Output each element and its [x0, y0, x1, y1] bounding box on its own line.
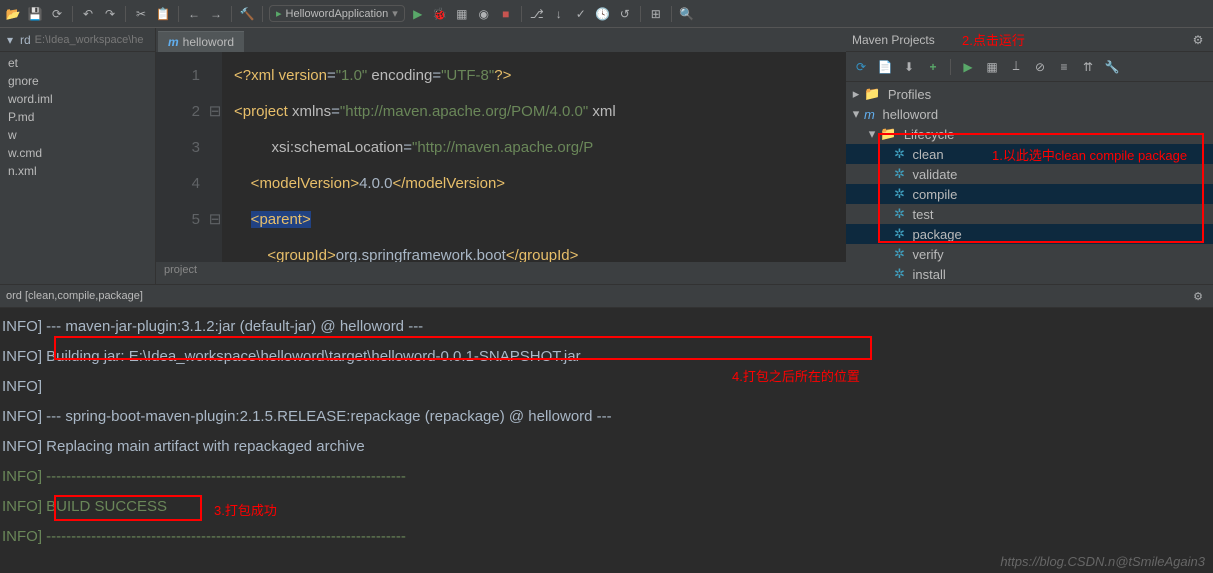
- annotation-3: 3.打包成功: [214, 500, 277, 519]
- download-icon[interactable]: ⬇: [900, 58, 918, 76]
- collapse-icon[interactable]: ⇈: [1079, 58, 1097, 76]
- maven-title: Maven Projects: [852, 33, 935, 47]
- console-line: INFO] Building jar: E:\Idea_workspace\he…: [0, 342, 1213, 372]
- console-line: INFO] ----------------------------------…: [0, 522, 1213, 552]
- lifecycle-install[interactable]: ✲ install: [846, 264, 1213, 284]
- reimport-icon[interactable]: ⟳: [852, 58, 870, 76]
- code-editor[interactable]: 1 2 3 4 5 ⊟⊟ <?xml version="1.0" encodin…: [156, 52, 846, 262]
- undo-icon[interactable]: ↶: [79, 5, 97, 23]
- annotation-4: 4.打包之后所在的位置: [732, 366, 860, 385]
- forward-icon[interactable]: →: [207, 5, 225, 23]
- console-line: INFO] Replacing main artifact with repac…: [0, 432, 1213, 462]
- editor-tabs: m helloword: [156, 28, 846, 52]
- gear-icon[interactable]: ⚙: [1189, 31, 1207, 49]
- run-config-label: HellowordApplication: [286, 8, 389, 20]
- console-line: INFO]: [0, 372, 1213, 402]
- toggle-offline-icon[interactable]: ⟘: [1007, 58, 1025, 76]
- maven-header: Maven Projects ⚙: [846, 28, 1213, 52]
- add-icon[interactable]: +: [924, 58, 942, 76]
- list-item[interactable]: w.cmd: [0, 144, 155, 162]
- maven-file-icon: m: [168, 35, 179, 49]
- redo-icon[interactable]: ↷: [101, 5, 119, 23]
- lifecycle-verify[interactable]: ✲ verify: [846, 244, 1213, 264]
- commit-icon[interactable]: ✓: [572, 5, 590, 23]
- breadcrumb[interactable]: project: [156, 262, 846, 284]
- project-tree[interactable]: et gnore word.iml P.md w w.cmd n.xml: [0, 52, 155, 284]
- settings-icon[interactable]: 🔧: [1103, 58, 1121, 76]
- list-item[interactable]: word.iml: [0, 90, 155, 108]
- project-node[interactable]: ▾m helloword: [846, 104, 1213, 124]
- list-item[interactable]: et: [0, 54, 155, 72]
- maven-toolbar: ⟳ 📄 ⬇ + ▶ ▦ ⟘ ⊘ ≡ ⇈ 🔧: [846, 52, 1213, 82]
- watermark: https://blog.CSDN.n@tSmileAgain3: [1000, 554, 1205, 569]
- list-item[interactable]: P.md: [0, 108, 155, 126]
- tab-label: helloword: [183, 35, 234, 49]
- build-icon[interactable]: 🔨: [238, 5, 256, 23]
- profiles-node[interactable]: ▸📁 Profiles: [846, 84, 1213, 104]
- chevron-down-icon: ▾: [4, 33, 16, 47]
- fold-gutter: ⊟⊟: [208, 52, 222, 262]
- debug-icon[interactable]: 🐞: [431, 5, 449, 23]
- list-item[interactable]: gnore: [0, 72, 155, 90]
- annotation-2: 2.点击运行: [962, 30, 1025, 49]
- run-maven-icon[interactable]: ▶: [959, 58, 977, 76]
- project-header[interactable]: ▾ rd E:\Idea_workspace\he: [0, 28, 155, 52]
- run-title: ord [clean,compile,package]: [6, 290, 143, 302]
- lifecycle-compile[interactable]: ✲ compile: [846, 184, 1213, 204]
- list-item[interactable]: w: [0, 126, 155, 144]
- save-icon[interactable]: 💾: [26, 5, 44, 23]
- profile-icon[interactable]: ◉: [475, 5, 493, 23]
- back-icon[interactable]: ←: [185, 5, 203, 23]
- main-toolbar: 📂 💾 ⟳ ↶ ↷ ✂ 📋 ← → 🔨 ▸ HellowordApplicati…: [0, 0, 1213, 28]
- open-icon[interactable]: 📂: [4, 5, 22, 23]
- maven-tree[interactable]: ▸📁 Profiles ▾m helloword ▾📁 Lifecycle ✲ …: [846, 82, 1213, 284]
- vcs-icon[interactable]: ⎇: [528, 5, 546, 23]
- copy-icon[interactable]: 📋: [154, 5, 172, 23]
- generate-icon[interactable]: 📄: [876, 58, 894, 76]
- structure-icon[interactable]: ⊞: [647, 5, 665, 23]
- run-config-selector[interactable]: ▸ HellowordApplication ▾: [269, 5, 405, 22]
- refresh-icon[interactable]: ⟳: [48, 5, 66, 23]
- project-path: E:\Idea_workspace\he: [35, 34, 144, 46]
- lifecycle-node[interactable]: ▾📁 Lifecycle: [846, 124, 1213, 144]
- stop-icon[interactable]: ■: [497, 5, 515, 23]
- console-output[interactable]: INFO] --- maven-jar-plugin:3.1.2:jar (de…: [0, 308, 1213, 552]
- console-line: INFO] --- maven-jar-plugin:3.1.2:jar (de…: [0, 312, 1213, 342]
- run-header: ord [clean,compile,package] ⚙: [0, 284, 1213, 308]
- revert-icon[interactable]: ↺: [616, 5, 634, 23]
- project-pane: ▾ rd E:\Idea_workspace\he et gnore word.…: [0, 28, 156, 284]
- history-icon[interactable]: 🕓: [594, 5, 612, 23]
- coverage-icon[interactable]: ▦: [453, 5, 471, 23]
- search-icon[interactable]: 🔍: [678, 5, 696, 23]
- cut-icon[interactable]: ✂: [132, 5, 150, 23]
- run-icon[interactable]: ▶: [409, 5, 427, 23]
- tab-helloword[interactable]: m helloword: [158, 31, 244, 52]
- skip-tests-icon[interactable]: ⊘: [1031, 58, 1049, 76]
- annotation-1: 1.以此选中clean compile package: [992, 148, 1192, 164]
- list-item[interactable]: n.xml: [0, 162, 155, 180]
- update-icon[interactable]: ↓: [550, 5, 568, 23]
- editor-area: m helloword 1 2 3 4 5 ⊟⊟ <?xml version="…: [156, 28, 846, 284]
- lifecycle-test[interactable]: ✲ test: [846, 204, 1213, 224]
- console-line: INFO] ----------------------------------…: [0, 462, 1213, 492]
- lifecycle-package[interactable]: ✲ package: [846, 224, 1213, 244]
- show-deps-icon[interactable]: ≡: [1055, 58, 1073, 76]
- line-gutter: 1 2 3 4 5: [156, 52, 208, 262]
- gear-icon[interactable]: ⚙: [1189, 287, 1207, 305]
- project-name: rd: [20, 33, 31, 47]
- console-line: INFO] --- spring-boot-maven-plugin:2.1.5…: [0, 402, 1213, 432]
- code-content[interactable]: <?xml version="1.0" encoding="UTF-8"?> <…: [222, 52, 846, 262]
- lifecycle-validate[interactable]: ✲ validate: [846, 164, 1213, 184]
- execute-icon[interactable]: ▦: [983, 58, 1001, 76]
- console-line: INFO] BUILD SUCCESS: [0, 492, 1213, 522]
